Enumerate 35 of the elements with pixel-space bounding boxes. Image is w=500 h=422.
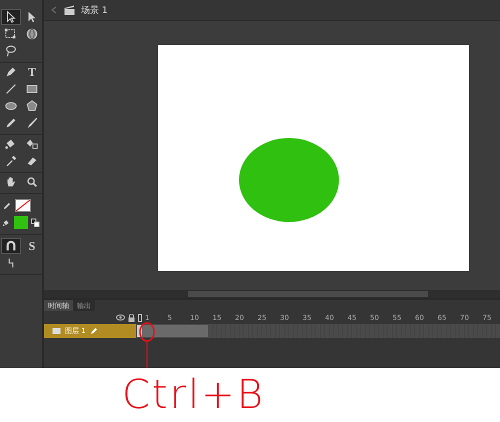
pointer-icon <box>4 10 18 24</box>
stroke-color-swatch[interactable] <box>15 199 31 212</box>
polygon-icon <box>25 99 39 113</box>
tool-button[interactable] <box>1 238 21 254</box>
clapperboard-icon <box>64 5 75 15</box>
brush-icon <box>25 116 39 130</box>
magnet-icon <box>4 239 18 253</box>
oval-icon <box>4 99 18 113</box>
outline-icon[interactable] <box>138 314 142 322</box>
lasso-icon <box>4 44 18 58</box>
pen-icon <box>4 65 18 79</box>
magnifier-icon <box>25 175 39 189</box>
lock-icon[interactable] <box>128 314 135 322</box>
fill-color-swatch[interactable] <box>14 216 28 229</box>
handwritten-note: Ctrl+B <box>122 372 265 418</box>
scene-label: 场景 1 <box>81 4 108 16</box>
pencil-icon <box>4 116 18 130</box>
tool-button[interactable]: S <box>22 238 42 254</box>
layer-icon <box>52 327 61 335</box>
eye-icon[interactable] <box>116 314 125 321</box>
horizontal-scrollbar[interactable] <box>44 290 500 298</box>
bucket-icon <box>2 218 11 228</box>
pencil-icon <box>2 200 12 210</box>
circle-mark <box>138 322 156 368</box>
ink-bottle-icon <box>25 137 39 151</box>
globe-icon <box>25 27 39 41</box>
transform-icon <box>4 27 18 41</box>
tool-button[interactable]: T <box>22 64 42 80</box>
tool-button[interactable] <box>1 9 21 25</box>
keyframe[interactable] <box>137 325 142 337</box>
pencil-icon <box>90 327 98 335</box>
swap-colors-icon[interactable] <box>31 218 40 228</box>
eyedropper-icon <box>4 154 18 168</box>
rectangle-icon <box>25 82 39 96</box>
line-icon <box>4 82 18 96</box>
